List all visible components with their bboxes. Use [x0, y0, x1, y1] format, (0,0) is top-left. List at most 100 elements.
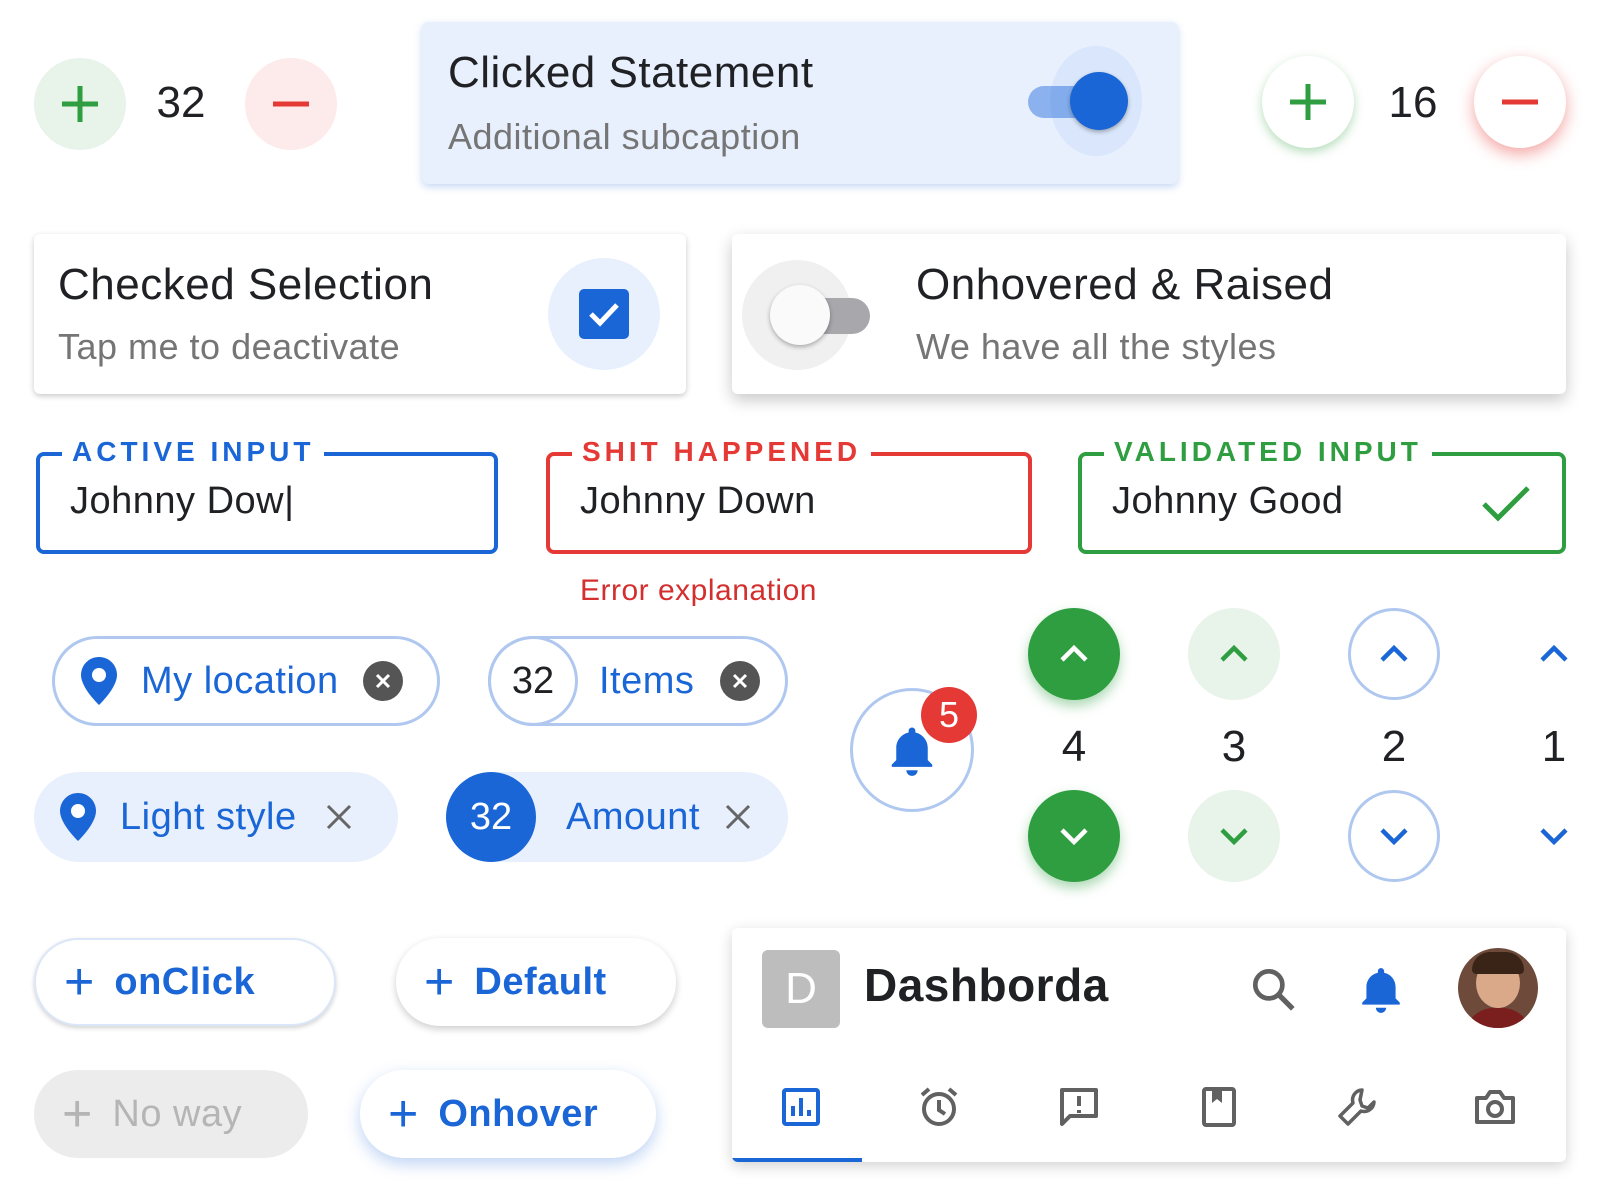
close-icon[interactable]	[720, 661, 761, 701]
tile-subtitle: We have all the styles	[916, 326, 1277, 367]
switch-on[interactable]	[1008, 46, 1142, 156]
active-tab-indicator	[732, 1158, 862, 1162]
onclick-button[interactable]: + onClick	[34, 938, 336, 1026]
user-avatar[interactable]	[1458, 948, 1538, 1028]
dashboard-title: Dashborda	[864, 959, 1109, 1011]
bell-icon[interactable]	[1356, 964, 1406, 1014]
chevron-up-icon	[1060, 644, 1088, 662]
disabled-button[interactable]: + No way	[34, 1070, 308, 1158]
hovered-raised-tile[interactable]: Onhovered & Raised We have all the style…	[732, 234, 1566, 394]
tile-title: Clicked Statement	[448, 48, 814, 97]
chip-label: Light style	[120, 795, 297, 838]
tile-subtitle: Tap me to deactivate	[58, 326, 401, 367]
plus-icon: +	[424, 953, 455, 1011]
tab-feedback[interactable]	[1010, 1052, 1148, 1162]
chart-icon	[782, 1088, 820, 1126]
stepper-down-button[interactable]	[1508, 790, 1600, 882]
wrench-icon	[1338, 1088, 1376, 1126]
amount-chip[interactable]: 32 Amount	[446, 772, 788, 862]
chevron-down-icon	[1060, 828, 1088, 846]
stepper-up-button[interactable]	[1028, 608, 1120, 700]
location-pin-icon	[60, 793, 96, 841]
chevron-down-icon	[1540, 828, 1568, 846]
error-input-field[interactable]: SHIT HAPPENED Johnny Down	[546, 436, 1032, 554]
dashboard-card: D Dashborda	[732, 928, 1566, 1162]
my-location-chip[interactable]: My location	[52, 636, 440, 726]
chip-count-avatar: 32	[488, 636, 578, 726]
field-value: Johnny Down	[580, 480, 816, 522]
onhover-button[interactable]: + Onhover	[360, 1070, 656, 1158]
chip-label: Amount	[566, 795, 700, 838]
stepper-up-button[interactable]	[1188, 608, 1280, 700]
active-input-field[interactable]: ACTIVE INPUT Johnny Dow|	[36, 436, 498, 554]
location-pin-icon	[81, 657, 117, 705]
counter-value: 32	[156, 78, 206, 127]
plus-icon: +	[62, 1085, 93, 1143]
tab-camera[interactable]	[1426, 1052, 1564, 1162]
decrement-button-raised[interactable]	[1474, 56, 1566, 148]
check-icon	[1482, 486, 1530, 522]
check-icon	[589, 303, 619, 327]
increment-button-raised[interactable]	[1262, 56, 1354, 148]
close-icon[interactable]	[362, 661, 403, 701]
field-label: VALIDATED INPUT	[1104, 436, 1432, 468]
error-helper-text: Error explanation	[580, 574, 817, 607]
validated-input-field[interactable]: VALIDATED INPUT Johnny Good	[1078, 436, 1566, 554]
tile-title: Checked Selection	[58, 260, 434, 309]
chip-count-avatar: 32	[446, 772, 536, 862]
chevron-up-icon	[1380, 644, 1408, 662]
stepper-up-button[interactable]	[1508, 608, 1600, 700]
chevron-down-icon	[1220, 828, 1248, 846]
counter-value: 16	[1388, 78, 1438, 127]
button-label: Default	[474, 960, 607, 1003]
checked-selection-tile[interactable]: Checked Selection Tap me to deactivate	[34, 234, 686, 394]
search-icon[interactable]	[1248, 964, 1298, 1014]
close-icon[interactable]	[325, 803, 353, 831]
field-label: ACTIVE INPUT	[62, 436, 325, 468]
chip-label: My location	[141, 659, 339, 702]
light-style-chip[interactable]: Light style	[34, 772, 398, 862]
tile-title: Onhovered & Raised	[916, 260, 1334, 309]
stepper-down-button[interactable]	[1028, 790, 1120, 882]
book-icon	[1202, 1087, 1236, 1127]
stepper-up-button[interactable]	[1348, 608, 1440, 700]
clicked-statement-tile[interactable]: Clicked Statement Additional subcaption	[422, 22, 1178, 184]
camera-icon	[1475, 1090, 1515, 1124]
switch-off[interactable]	[742, 260, 874, 370]
stepper-value: 1	[1541, 722, 1567, 771]
field-label: SHIT HAPPENED	[572, 436, 872, 468]
stepper-value: 4	[1061, 722, 1087, 771]
button-label: No way	[112, 1092, 243, 1135]
default-button[interactable]: + Default	[396, 938, 676, 1026]
tab-alarm[interactable]	[870, 1052, 1008, 1162]
notification-badge: 5	[921, 687, 977, 743]
feedback-icon	[1060, 1088, 1098, 1126]
alarm-icon	[920, 1087, 958, 1126]
chevron-up-icon	[1220, 644, 1248, 662]
plus-icon: +	[64, 953, 95, 1011]
tab-book[interactable]	[1150, 1052, 1288, 1162]
stepper-value: 3	[1221, 722, 1247, 771]
stepper-down-button[interactable]	[1348, 790, 1440, 882]
dashboard-avatar-letter: D	[762, 950, 840, 1028]
stepper-value: 2	[1381, 722, 1407, 771]
plus-icon	[62, 86, 98, 122]
minus-icon	[1502, 99, 1538, 105]
field-value: Johnny Good	[1112, 480, 1344, 522]
button-label: onClick	[114, 960, 256, 1003]
decrement-button[interactable]	[245, 58, 337, 150]
items-chip[interactable]: 32 Items	[488, 636, 788, 726]
field-value: Johnny Dow|	[70, 480, 295, 522]
increment-button[interactable]	[34, 58, 126, 150]
tab-wrench[interactable]	[1288, 1052, 1426, 1162]
minus-icon	[273, 101, 309, 107]
notification-button[interactable]: 5	[850, 687, 977, 812]
button-label: Onhover	[438, 1092, 599, 1135]
checkbox-checked[interactable]	[548, 258, 660, 370]
chip-label: Items	[599, 659, 695, 702]
chevron-down-icon	[1380, 828, 1408, 846]
tab-chart[interactable]	[732, 1052, 870, 1162]
close-icon[interactable]	[724, 803, 752, 831]
stepper-down-button[interactable]	[1188, 790, 1280, 882]
plus-icon	[1290, 84, 1326, 120]
